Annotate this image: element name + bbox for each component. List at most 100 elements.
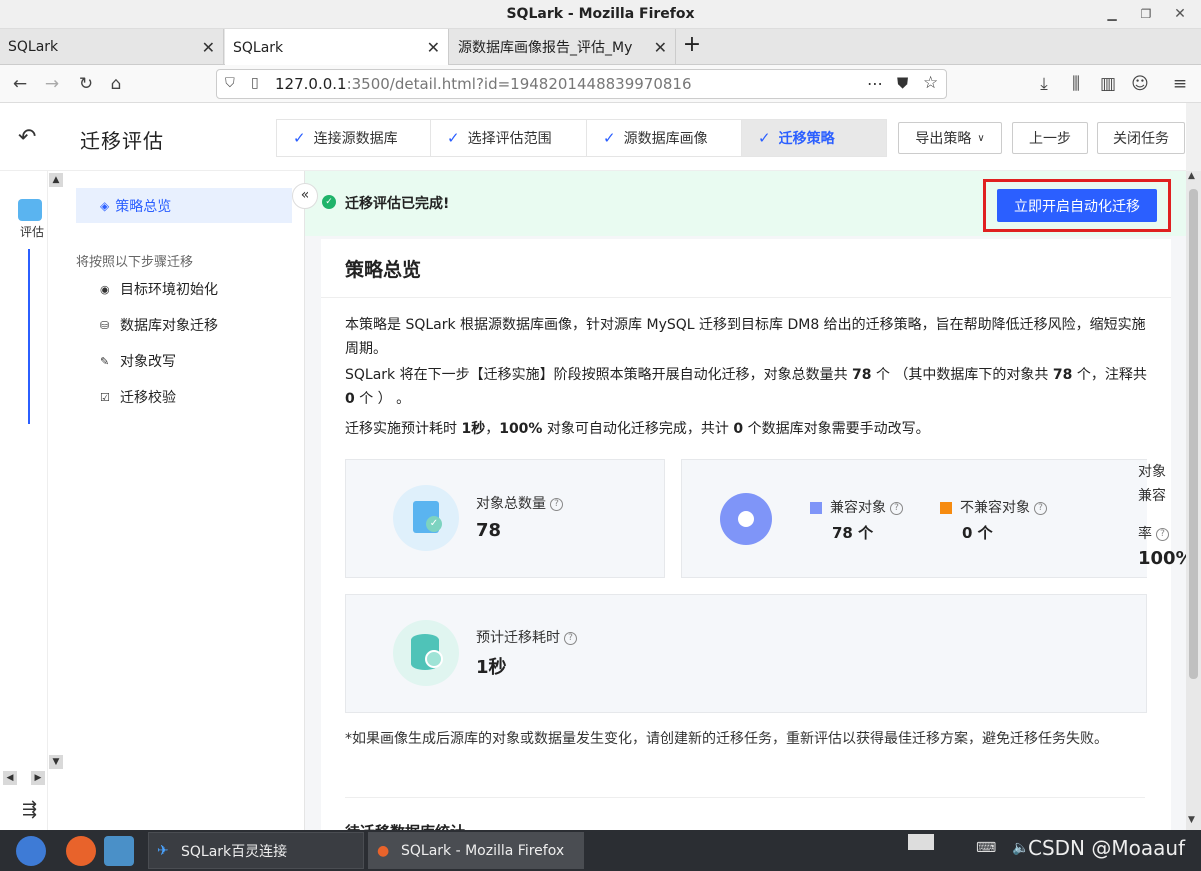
strategy-overview-card: 策略总览 本策略是 SQLark 根据源数据库画像，针对源库 MySQL 迁移到…	[321, 239, 1186, 830]
rate-label: 对象 兼容率?	[1138, 460, 1178, 546]
stat-estimated-time: 预计迁移耗时? 1秒	[345, 594, 1147, 713]
step-select-scope[interactable]: ✓ 选择评估范围	[430, 119, 588, 157]
browser-tab-3[interactable]: 源数据库画像报告_评估_My ✕	[450, 29, 676, 65]
check-icon: ✓	[447, 129, 460, 147]
database-clock-icon	[393, 620, 459, 686]
taskbar-item-firefox[interactable]: ● SQLark - Mozilla Firefox	[368, 832, 584, 869]
browser-tab-1[interactable]: SQLark ✕	[0, 29, 224, 65]
downloads-icon[interactable]: ⤓	[1034, 74, 1054, 94]
tab-label: 源数据库画像报告_评估_My	[458, 40, 633, 56]
help-icon[interactable]: ?	[1156, 527, 1169, 541]
back-icon[interactable]: ←	[10, 74, 30, 94]
url-bar[interactable]: ⛉ ▯ 127.0.0.1:3500/detail.html?id=194820…	[216, 69, 947, 99]
page-scrollbar[interactable]: ▲ ▼	[1186, 171, 1201, 830]
forward-icon[interactable]: →	[42, 74, 62, 94]
firefox-icon: ●	[377, 843, 390, 859]
sidebar-item-object-rewrite[interactable]: ✎ 对象改写	[100, 351, 176, 371]
close-tab-icon[interactable]: ✕	[427, 38, 440, 57]
keyboard-icon[interactable]: ⌨	[976, 840, 996, 856]
stat-total-objects: ✓ 对象总数量? 78	[345, 459, 665, 578]
scroll-up-icon[interactable]: ▲	[49, 173, 63, 187]
scroll-down-icon[interactable]: ▼	[1188, 815, 1195, 825]
strategy-description: 本策略是 SQLark 根据源数据库画像，针对源库 MySQL 迁移到目标库 D…	[345, 317, 1146, 357]
divider	[321, 297, 1171, 298]
sidebar-item-overview[interactable]: ◈ 策略总览	[76, 188, 292, 223]
scroll-right-icon[interactable]: ▶	[31, 771, 45, 785]
footnote: *如果画像生成后源库的对象或数据量发生变化，请创建新的迁移任务，重新评估以获得最…	[345, 731, 1108, 747]
expand-menu-icon[interactable]: ⇶	[22, 799, 37, 820]
bookmark-star-icon[interactable]: ☆	[923, 73, 938, 93]
browser-tab-2-active[interactable]: SQLark ✕	[225, 29, 449, 66]
migration-summary: SQLark 将在下一步【迁移实施】阶段按照本策略开展自动化迁移，对象总数量共 …	[345, 367, 1147, 407]
help-icon[interactable]: ?	[550, 497, 563, 511]
stat-value: 1秒	[476, 657, 507, 678]
close-window-icon[interactable]: ✕	[1170, 4, 1190, 24]
scroll-up-icon[interactable]: ▲	[1188, 171, 1195, 181]
watermark-text: CSDN @Moaauf	[1028, 836, 1186, 860]
minimize-icon[interactable]: ▁	[1102, 4, 1122, 24]
close-task-button[interactable]: 关闭任务	[1097, 122, 1185, 154]
library-icon[interactable]: ⫼	[1066, 74, 1086, 94]
sidebar-item-verification[interactable]: ☑ 迁移校验	[100, 387, 176, 407]
help-icon[interactable]: ?	[890, 501, 903, 515]
scroll-down-icon[interactable]: ▼	[49, 755, 63, 769]
volume-icon[interactable]: 🔈	[1012, 840, 1029, 856]
legend-incompat: 不兼容对象?	[940, 497, 1047, 517]
app-root: ↶ 迁移评估 ✓ 连接源数据库 ✓ 选择评估范围 ✓ 源数据库画像 ✓ 迁移策略 导出策…	[0, 103, 1186, 830]
help-icon[interactable]: ?	[564, 631, 577, 645]
scrollbar-thumb[interactable]	[1189, 189, 1198, 679]
help-icon[interactable]: ?	[1034, 501, 1047, 515]
desktop-preview-icon[interactable]	[908, 834, 934, 850]
stat-label: 预计迁移耗时?	[476, 627, 577, 647]
pocket-icon[interactable]: ⛊	[897, 74, 908, 92]
step-source-profile[interactable]: ✓ 源数据库画像	[586, 119, 744, 157]
start-menu-icon[interactable]	[16, 836, 46, 866]
success-check-icon: ✓	[322, 195, 336, 209]
window-titlebar: SQLark - Mozilla Firefox ▁ ❐ ✕	[0, 0, 1201, 29]
section-heading: 待迁移数据库统计	[345, 821, 465, 830]
page-title: 迁移评估	[80, 129, 164, 153]
taskbar-item-sqlark[interactable]: ✈ SQLark百灵连接	[148, 832, 364, 869]
page-icon: ▯	[251, 75, 259, 91]
time-summary: 迁移实施预计耗时 1秒，100% 对象可自动化迁移完成，共计 0 个数据库对象需…	[345, 421, 930, 437]
sidebar-hint: 将按照以下步骤迁移	[76, 255, 194, 270]
firefox-launcher-icon[interactable]	[66, 836, 96, 866]
check-icon: ✓	[293, 129, 306, 147]
card-title: 策略总览	[345, 259, 422, 281]
edit-icon: ✎	[100, 354, 110, 368]
step-migration-strategy[interactable]: ✓ 迁移策略	[741, 119, 887, 157]
assessment-icon[interactable]	[18, 199, 42, 221]
check-icon: ✓	[758, 129, 771, 147]
account-icon[interactable]: ☺	[1130, 74, 1150, 94]
shield-icon[interactable]: ⛉	[225, 76, 235, 91]
scroll-left-icon[interactable]: ◀	[3, 771, 17, 785]
url-text[interactable]: 127.0.0.1:3500/detail.html?id=1948201448…	[275, 75, 692, 93]
sidebar-toggle-icon[interactable]: ▥	[1098, 74, 1118, 94]
sidebar-item-env-init[interactable]: ◉ 目标环境初始化	[100, 279, 218, 299]
more-actions-icon[interactable]: ⋯	[867, 74, 883, 93]
step-connect-source[interactable]: ✓ 连接源数据库	[276, 119, 432, 157]
previous-step-button[interactable]: 上一步	[1012, 122, 1088, 154]
sidebar-item-object-migration[interactable]: ⛁ 数据库对象迁移	[100, 315, 218, 335]
os-taskbar: ✈ SQLark百灵连接 ● SQLark - Mozilla Firefox …	[0, 830, 1201, 871]
reload-icon[interactable]: ↻	[76, 74, 96, 94]
stat-compatibility: 兼容对象? 78 个 不兼容对象? 0 个 对象兼容率? 100%	[681, 459, 1186, 578]
start-auto-migration-button[interactable]: 立即开启自动化迁移	[997, 189, 1157, 222]
close-tab-icon[interactable]: ✕	[202, 38, 215, 57]
return-arrow-icon[interactable]: ↶	[18, 125, 36, 150]
maximize-icon[interactable]: ❐	[1136, 4, 1156, 24]
collapse-sidebar-icon[interactable]: «	[292, 183, 318, 209]
target-icon: ◉	[100, 282, 110, 296]
tab-label: SQLark	[233, 39, 284, 56]
export-strategy-button[interactable]: 导出策略 ∨	[898, 122, 1002, 154]
menu-icon[interactable]: ≡	[1170, 74, 1190, 94]
completion-banner: ✓ 迁移评估已完成! 立即开启自动化迁移	[305, 171, 1186, 236]
divider	[345, 797, 1145, 798]
home-icon[interactable]: ⌂	[106, 74, 126, 94]
rate-value: 100%	[1138, 548, 1186, 569]
new-tab-icon[interactable]: +	[680, 33, 704, 59]
rail-label-assessment[interactable]: 评估	[20, 223, 44, 240]
close-tab-icon[interactable]: ✕	[654, 38, 667, 57]
compat-donut-chart	[720, 493, 772, 545]
file-manager-icon[interactable]	[104, 836, 134, 866]
